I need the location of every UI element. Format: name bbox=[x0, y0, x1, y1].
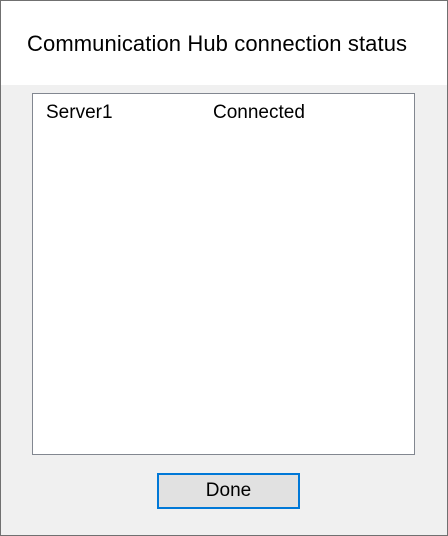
dialog-title: Communication Hub connection status bbox=[27, 31, 408, 56]
dialog-window: Communication Hub connection status Serv… bbox=[0, 0, 448, 536]
connection-list[interactable]: Server1 Connected bbox=[32, 93, 415, 455]
connection-status: Connected bbox=[213, 102, 305, 123]
done-button[interactable]: Done bbox=[157, 473, 300, 509]
title-bar[interactable]: Communication Hub connection status bbox=[1, 1, 447, 85]
list-item[interactable]: Server1 Connected bbox=[33, 94, 414, 124]
server-name: Server1 bbox=[46, 102, 113, 123]
